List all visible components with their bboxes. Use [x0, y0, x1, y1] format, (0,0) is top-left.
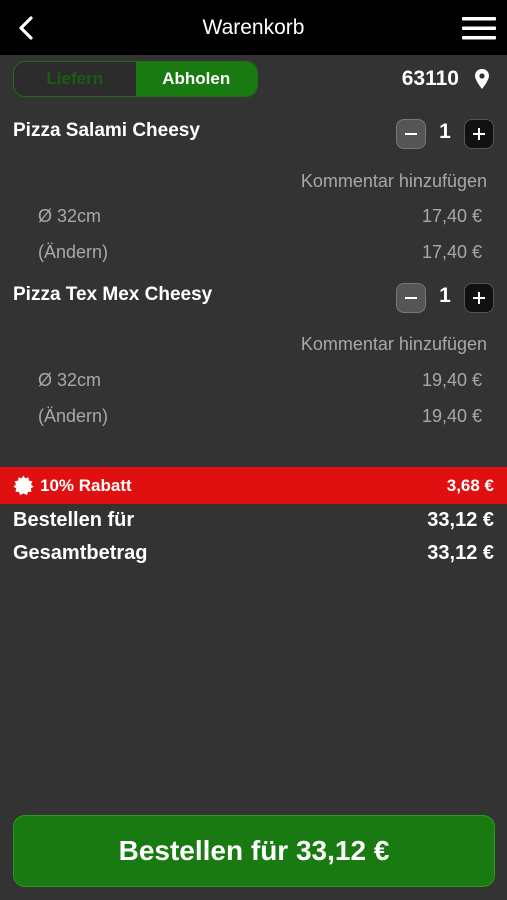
item-option-price: 17,40 €: [421, 206, 482, 226]
increase-quantity-button[interactable]: [464, 119, 494, 149]
discount-amount: 3,68 €: [446, 476, 494, 495]
item-price: 19,40 €: [421, 406, 482, 426]
add-comment-link[interactable]: Kommentar hinzufügen: [301, 334, 487, 355]
decrease-quantity-button[interactable]: [396, 119, 426, 149]
plus-icon: [473, 292, 485, 304]
page-title: Warenkorb: [202, 16, 305, 39]
discount-badge-icon: [13, 475, 34, 496]
top-bar: Warenkorb: [0, 0, 507, 55]
discount-label: 10% Rabatt: [40, 476, 132, 495]
map-pin-icon: [475, 69, 489, 89]
decrease-quantity-button[interactable]: [396, 283, 426, 313]
quantity-value: 1: [439, 284, 451, 307]
total-value: 33,12 €: [427, 542, 494, 564]
minus-icon: [405, 297, 417, 299]
minus-icon: [405, 133, 417, 135]
delivery-mode-toggle: Liefern Abholen: [13, 61, 258, 97]
deliver-option[interactable]: Liefern: [14, 62, 136, 96]
zip-code[interactable]: 63110: [402, 64, 459, 94]
item-option-label: Ø 32cm: [38, 370, 102, 390]
item-option-price: 19,40 €: [421, 370, 482, 390]
pickup-option[interactable]: Abholen: [135, 62, 257, 96]
order-for-value: 33,12 €: [427, 509, 494, 531]
location-button[interactable]: [474, 68, 490, 90]
total-label: Gesamtbetrag: [13, 542, 148, 564]
item-name: Pizza Tex Mex Cheesy: [13, 284, 213, 305]
add-comment-link[interactable]: Kommentar hinzufügen: [301, 171, 487, 192]
change-option-link[interactable]: (Ändern): [38, 406, 108, 427]
checkout-button[interactable]: Bestellen für 33,12 €: [13, 815, 495, 887]
plus-icon: [473, 128, 485, 140]
increase-quantity-button[interactable]: [464, 283, 494, 313]
item-option-label: Ø 32cm: [38, 206, 102, 226]
discount-bar: 10% Rabatt 3,68 €: [0, 467, 507, 504]
item-price: 17,40 €: [421, 242, 482, 262]
menu-button[interactable]: [460, 12, 498, 44]
quantity-value: 1: [439, 120, 451, 143]
change-option-link[interactable]: (Ändern): [38, 242, 108, 263]
item-name: Pizza Salami Cheesy: [13, 120, 200, 141]
hamburger-menu-icon: [462, 17, 496, 40]
order-for-label: Bestellen für: [13, 509, 135, 531]
